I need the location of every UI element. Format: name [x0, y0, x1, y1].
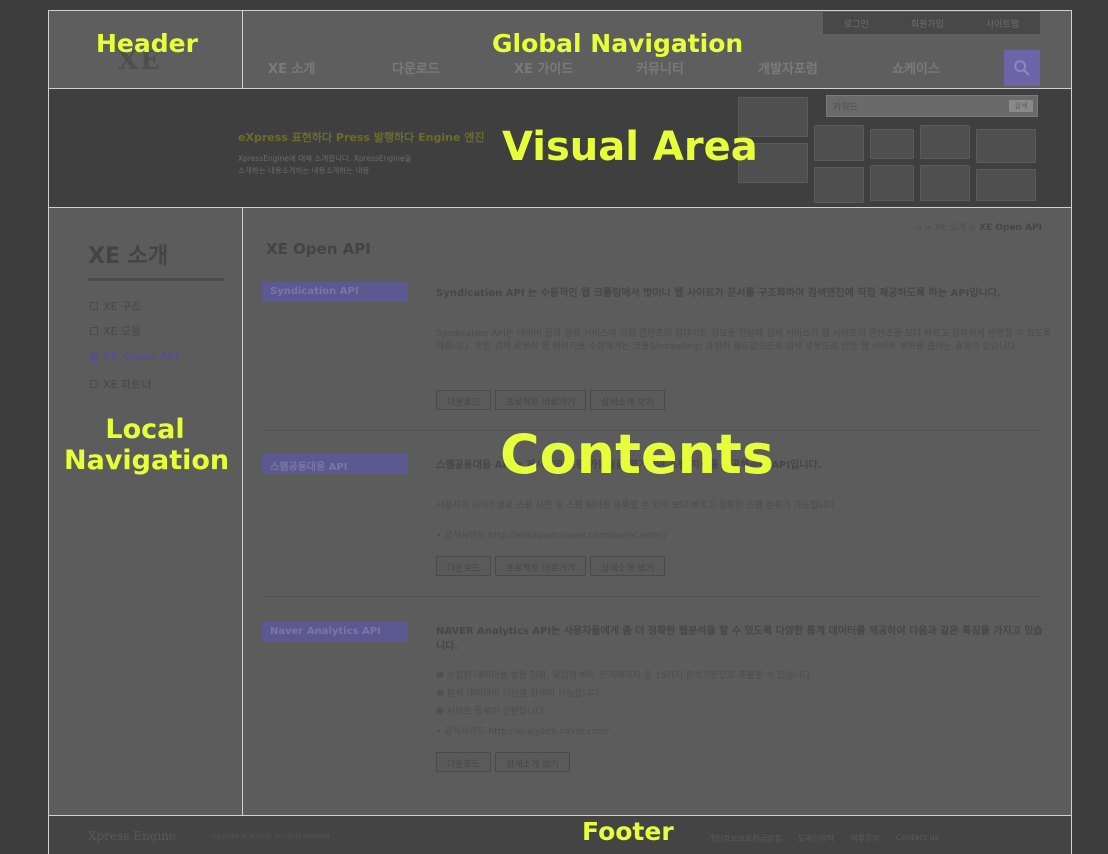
footer-link-privacy[interactable]: 개인정보보호취급방침	[708, 833, 782, 844]
region-label-contents: Contents	[500, 423, 775, 486]
gnb-item-showcase[interactable]: 쇼케이스	[892, 58, 972, 77]
details-button[interactable]: 상세소개 보기	[495, 752, 570, 772]
global-navigation: XE 소개 다운로드 XE 가이드 커뮤니티 개발자포럼 쇼케이스	[268, 58, 972, 77]
lnb-item-modules[interactable]: XE 모듈	[90, 323, 141, 339]
feature-item: ❷ 분석 데이터의 기간별 검색이 가능합니다.	[436, 689, 602, 699]
footer-links: 개인정보보호취급방침 도메인위탁 제휴문의 Contact us	[708, 833, 939, 844]
visual-thumbnail	[870, 165, 914, 201]
region-label-header: Header	[96, 29, 198, 58]
feature-item: ❶ 수집된 데이터를 방문 현황, 유입검색어, 인기페이지 등 15가지 분석…	[436, 671, 814, 681]
visual-tagline: eXpress 표현하다 Press 발행하다 Engine 엔진	[238, 131, 485, 144]
lnb-divider-vertical	[242, 207, 243, 815]
gnb-item-dev-forum[interactable]: 개발자포럼	[758, 58, 892, 77]
button-row: 다운로드 프로젝트 바로가기 상세소개 보기	[436, 556, 665, 576]
api-body: Syndication API는 네이버 등의 검색 서비스에 직접 콘텐츠의 …	[436, 329, 1052, 352]
frame-border-top	[48, 10, 1072, 11]
button-row: 다운로드 프로젝트 바로가기 상세소개 보기	[436, 390, 665, 410]
util-link-login[interactable]: 로그인	[844, 17, 869, 30]
footer-divider-horizontal	[48, 815, 1072, 816]
frame-border-right	[1071, 10, 1072, 854]
lnb-item-label: XE 파트너	[103, 378, 152, 391]
api-label-antispam: 스팸공동대응 API	[262, 454, 408, 474]
feature-item: ❸ 사이트 등록이 간편합니다.	[436, 707, 547, 717]
download-button[interactable]: 다운로드	[436, 556, 492, 576]
visual-thumbnail	[814, 167, 864, 203]
visual-divider-horizontal	[48, 207, 1072, 208]
region-label-local-navigation: Local Navigation	[64, 414, 230, 477]
api-headline: NAVER Analytics API는 사용자들에게 좀 더 정확한 웹분석을…	[436, 626, 1043, 652]
breadcrumb: ⌂ > XE 소개 > XE Open API	[916, 220, 1042, 233]
util-link-sitemap[interactable]: 사이트맵	[986, 17, 1019, 30]
gnb-item-about[interactable]: XE 소개	[268, 58, 392, 77]
region-label-global-navigation: Global Navigation	[492, 29, 744, 58]
footer-link-partnership[interactable]: 제휴문의	[850, 833, 879, 844]
official-site-line[interactable]: • 공식사이트 http://antispam.naver.com/openCe…	[436, 528, 667, 541]
square-bullet-icon	[90, 380, 98, 388]
visual-thumbnail	[870, 129, 914, 159]
api-label-syndication: Syndication API	[262, 282, 408, 302]
square-bullet-icon	[90, 327, 98, 335]
frame-border-left	[48, 10, 49, 854]
button-row: 다운로드 상세소개 보기	[436, 752, 570, 772]
breadcrumb-current: XE Open API	[979, 223, 1042, 233]
download-button[interactable]: 다운로드	[436, 752, 492, 772]
gnb-item-community[interactable]: 커뮤니티	[636, 58, 758, 77]
keyword-search-input[interactable]: 키워드 검색	[826, 95, 1038, 117]
lnb-title: XE 소개	[88, 244, 169, 269]
square-bullet-icon	[90, 352, 98, 361]
api-label-analytics: Naver Analytics API	[262, 622, 408, 642]
project-link-button[interactable]: 프로젝트 바로가기	[495, 556, 587, 576]
section-separator	[262, 596, 1042, 597]
content-title: XE Open API	[266, 240, 371, 258]
square-bullet-icon	[90, 302, 98, 310]
lnb-item-open-api[interactable]: XE Open API	[90, 350, 180, 363]
header-divider-vertical	[242, 10, 243, 89]
lnb-title-underline	[88, 278, 224, 281]
visual-thumbnail	[920, 165, 970, 201]
region-label-line: Navigation	[64, 445, 230, 477]
footer-copyright: Copyright NHN Corp. All rights reserved.	[210, 833, 332, 840]
keyword-search-button[interactable]: 검색	[1009, 100, 1033, 112]
search-icon	[1014, 60, 1030, 76]
visual-description: 소개하는 내용소개하는 내용소개하는 내용	[238, 166, 370, 175]
project-link-button[interactable]: 프로젝트 바로가기	[495, 390, 587, 410]
visual-description: XpressEngine에 대해 소개합니다. XpressEngine을	[238, 154, 412, 163]
gnb-item-guide[interactable]: XE 가이드	[514, 58, 636, 77]
details-button[interactable]: 상세소개 보기	[590, 390, 665, 410]
official-site-line[interactable]: • 공식사이트 http://analytics.naver.com/	[436, 724, 609, 737]
visual-thumbnail	[920, 125, 970, 159]
gnb-item-download[interactable]: 다운로드	[392, 58, 514, 77]
visual-thumbnail	[814, 125, 864, 161]
lnb-item-partners[interactable]: XE 파트너	[90, 376, 151, 392]
lnb-item-label: XE 구조	[103, 300, 142, 313]
lnb-item-label: XE 모듈	[103, 325, 142, 338]
region-label-footer: Footer	[582, 817, 674, 846]
util-link-signup[interactable]: 회원가입	[911, 17, 944, 30]
visual-thumbnail	[976, 129, 1036, 163]
search-button[interactable]	[1004, 50, 1040, 86]
download-button[interactable]: 다운로드	[436, 390, 492, 410]
lnb-item-structure[interactable]: XE 구조	[90, 298, 141, 314]
footer: Xpress Engine Copyright NHN Corp. All ri…	[48, 815, 1072, 854]
footer-link-contact[interactable]: Contact us	[896, 833, 939, 844]
lnb-item-label: XE Open API	[103, 350, 180, 363]
region-label-line: Local	[105, 414, 185, 445]
breadcrumb-path[interactable]: ⌂ > XE 소개 >	[916, 223, 980, 233]
footer-link-domain[interactable]: 도메인위탁	[798, 833, 835, 844]
header-divider-horizontal	[48, 88, 1072, 89]
visual-thumbnail	[976, 169, 1036, 201]
api-body: 사용자가 사이트별로 스팸 사전 및 스팸 필터를 등록할 수 있어 보다 빠르…	[436, 501, 838, 511]
keyword-search-placeholder: 키워드	[833, 103, 858, 113]
utility-bar: 로그인 회원가입 사이트맵	[823, 12, 1040, 34]
details-button[interactable]: 상세소개 보기	[590, 556, 665, 576]
footer-logo: Xpress Engine	[88, 829, 177, 843]
region-label-visual-area: Visual Area	[502, 124, 758, 170]
api-headline: Syndication API 는 수동적인 웹 크롤링에서 벗어나 웹 사이트…	[436, 288, 1001, 299]
